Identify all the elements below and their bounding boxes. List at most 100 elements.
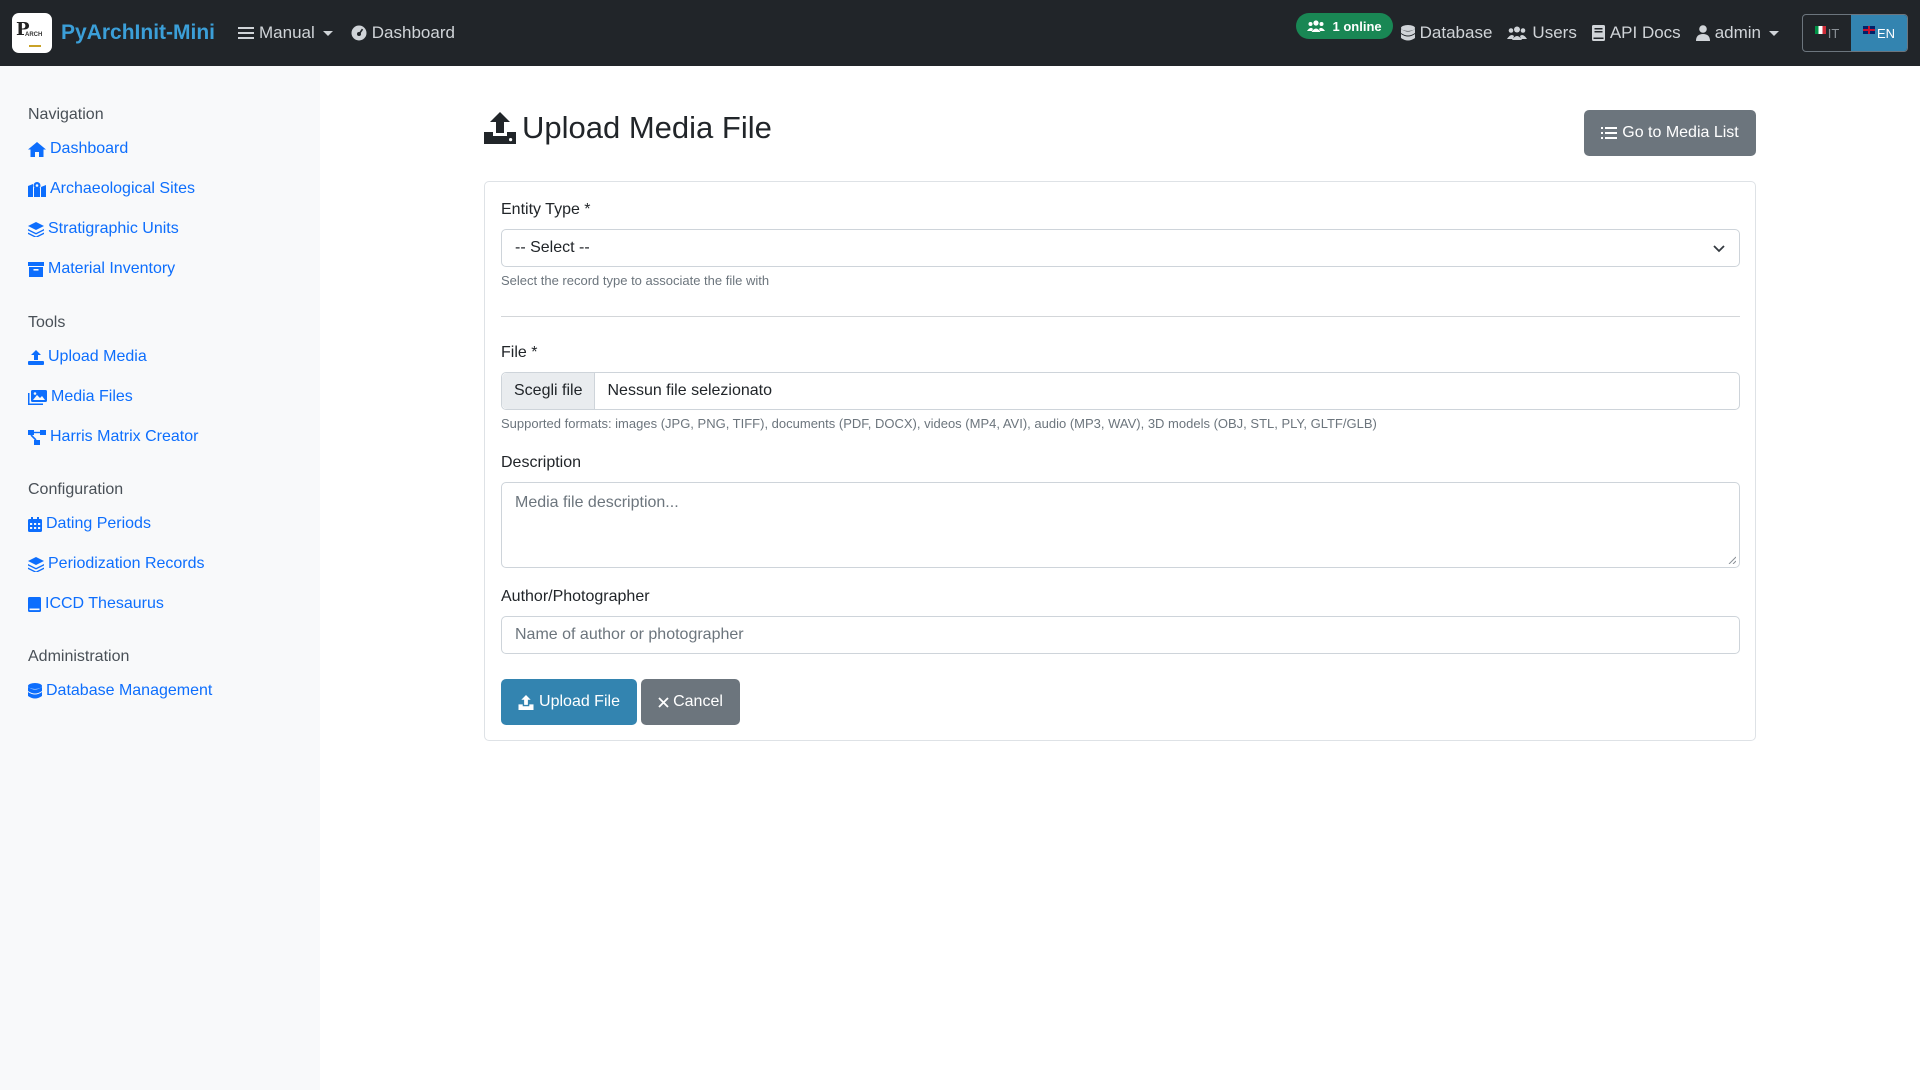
author-placeholder: Name of author or photographer [515,626,744,643]
nav-dashboard-link[interactable]: Dashboard [351,23,455,43]
sidebar-item-sites[interactable]: Archaeological Sites [28,180,195,198]
sidebar-item-media-files[interactable]: Media Files [28,388,133,406]
top-navbar: P ARCH PyArchInit-Mini Manual Dashboard 1… [0,0,1920,66]
online-users-badge[interactable]: 1 online [1295,13,1393,39]
author-label: Author/Photographer [501,588,650,605]
file-input[interactable]: Scegli file Nessun file selezionato [501,372,1740,410]
sidebar-item-dating-periods[interactable]: Dating Periods [28,515,151,533]
file-label: File * [501,344,538,361]
language-switcher: IT EN [1802,14,1908,52]
users-icon [1306,20,1325,32]
layer-group-icon [28,556,44,572]
entity-type-selected-value: -- Select -- [515,239,590,256]
sidebar-item-label: Media Files [51,388,133,405]
database-icon [1400,25,1415,41]
dashboard-label: Dashboard [371,23,455,42]
resize-grip-icon[interactable] [1728,556,1736,564]
lang-it-button[interactable]: IT [1803,15,1851,51]
upload-file-button[interactable]: Upload File [501,679,637,725]
manual-label: Manual [259,23,315,42]
manual-dropdown[interactable]: Manual [238,23,333,43]
database-label: Database [1419,23,1493,42]
close-icon [658,696,669,708]
gauge-icon [351,25,367,41]
sidebar-item-upload-media[interactable]: Upload Media [28,348,147,366]
chevron-down-icon [322,30,333,36]
brand-logo: P ARCH [12,13,52,53]
sidebar-item-label: Database Management [46,682,213,699]
users-icon [1507,26,1528,40]
diagram-project-icon [28,429,46,445]
list-icon [1601,127,1618,139]
upload-icon [28,349,44,365]
nav-users-link[interactable]: Users [1507,23,1577,43]
list-icon [238,27,255,39]
italy-flag-icon [1814,26,1826,34]
brand[interactable]: P ARCH PyArchInit-Mini [12,13,215,53]
file-formats-help: Supported formats: images (JPG, PNG, TIF… [501,416,1377,431]
calendar-icon [28,516,42,532]
file-name-text: Nessun file selezionato [607,382,773,399]
api-docs-label: API Docs [1609,23,1681,42]
online-count: 1 online [1332,18,1382,34]
sidebar-item-label: Upload Media [48,348,147,365]
username: admin [1714,23,1761,42]
user-icon [1695,25,1710,41]
upload-form-card: Entity Type * -- Select -- Select the re… [484,181,1756,741]
sidebar-item-label: Harris Matrix Creator [50,428,199,445]
sidebar-item-iccd-thesaurus[interactable]: ICCD Thesaurus [28,595,164,613]
sidebar-section-configuration: Configuration [28,481,124,498]
entity-type-label: Entity Type * [501,201,591,218]
sidebar-item-material-inventory[interactable]: Material Inventory [28,260,175,278]
box-archive-icon [28,261,44,277]
lang-en-button[interactable]: EN [1851,15,1907,51]
nav-api-docs-link[interactable]: API Docs [1591,23,1681,43]
user-menu-dropdown[interactable]: admin [1695,23,1779,43]
book-icon [28,596,41,612]
sidebar-section-tools: Tools [28,314,66,331]
lang-it-label: IT [1827,25,1840,41]
page-title: Upload Media File [484,110,772,146]
sidebar-item-database-management[interactable]: Database Management [28,682,212,700]
sidebar-item-label: Periodization Records [48,555,205,572]
sidebar-section-navigation: Navigation [28,106,104,123]
sidebar-section-administration: Administration [28,648,130,665]
cancel-button[interactable]: Cancel [641,679,740,725]
divider [501,316,1740,317]
description-textarea[interactable]: Media file description... [501,482,1740,568]
sidebar: Navigation Dashboard Archaeological Site… [0,66,320,1090]
chevron-down-icon [1713,245,1725,253]
sidebar-item-label: Material Inventory [48,260,176,277]
uk-flag-icon [1862,26,1875,34]
entity-type-select[interactable]: -- Select -- [501,229,1740,267]
cancel-label: Cancel [673,693,723,710]
description-placeholder: Media file description... [515,494,679,511]
brand-name[interactable]: PyArchInit-Mini [61,21,215,45]
sidebar-item-dashboard[interactable]: Dashboard [28,140,128,158]
nav-database-link[interactable]: Database [1400,23,1493,43]
home-icon [28,141,46,157]
sidebar-item-stratigraphic-units[interactable]: Stratigraphic Units [28,220,179,238]
upload-icon [518,694,534,710]
upload-file-label: Upload File [539,693,620,710]
chevron-down-icon [1769,30,1779,36]
sidebar-item-periodization-records[interactable]: Periodization Records [28,555,205,573]
page-title-text: Upload Media File [522,110,772,145]
database-icon [28,683,42,699]
lang-en-label: EN [1876,25,1896,41]
choose-file-button[interactable]: Scegli file [502,373,596,409]
sidebar-item-label: Dashboard [50,140,129,157]
images-icon [28,389,47,405]
users-label: Users [1532,23,1577,42]
description-label: Description [501,454,582,471]
sidebar-item-label: Archaeological Sites [50,180,195,197]
sidebar-item-label: Dating Periods [46,515,151,532]
sidebar-item-harris-matrix[interactable]: Harris Matrix Creator [28,428,198,446]
entity-type-help: Select the record type to associate the … [501,273,770,288]
go-to-media-list-button[interactable]: Go to Media List [1584,110,1756,156]
book-icon [1591,25,1605,41]
go-to-media-list-label: Go to Media List [1622,124,1739,141]
layer-group-icon [28,221,44,237]
upload-icon [484,112,516,144]
author-input[interactable]: Name of author or photographer [501,616,1740,654]
